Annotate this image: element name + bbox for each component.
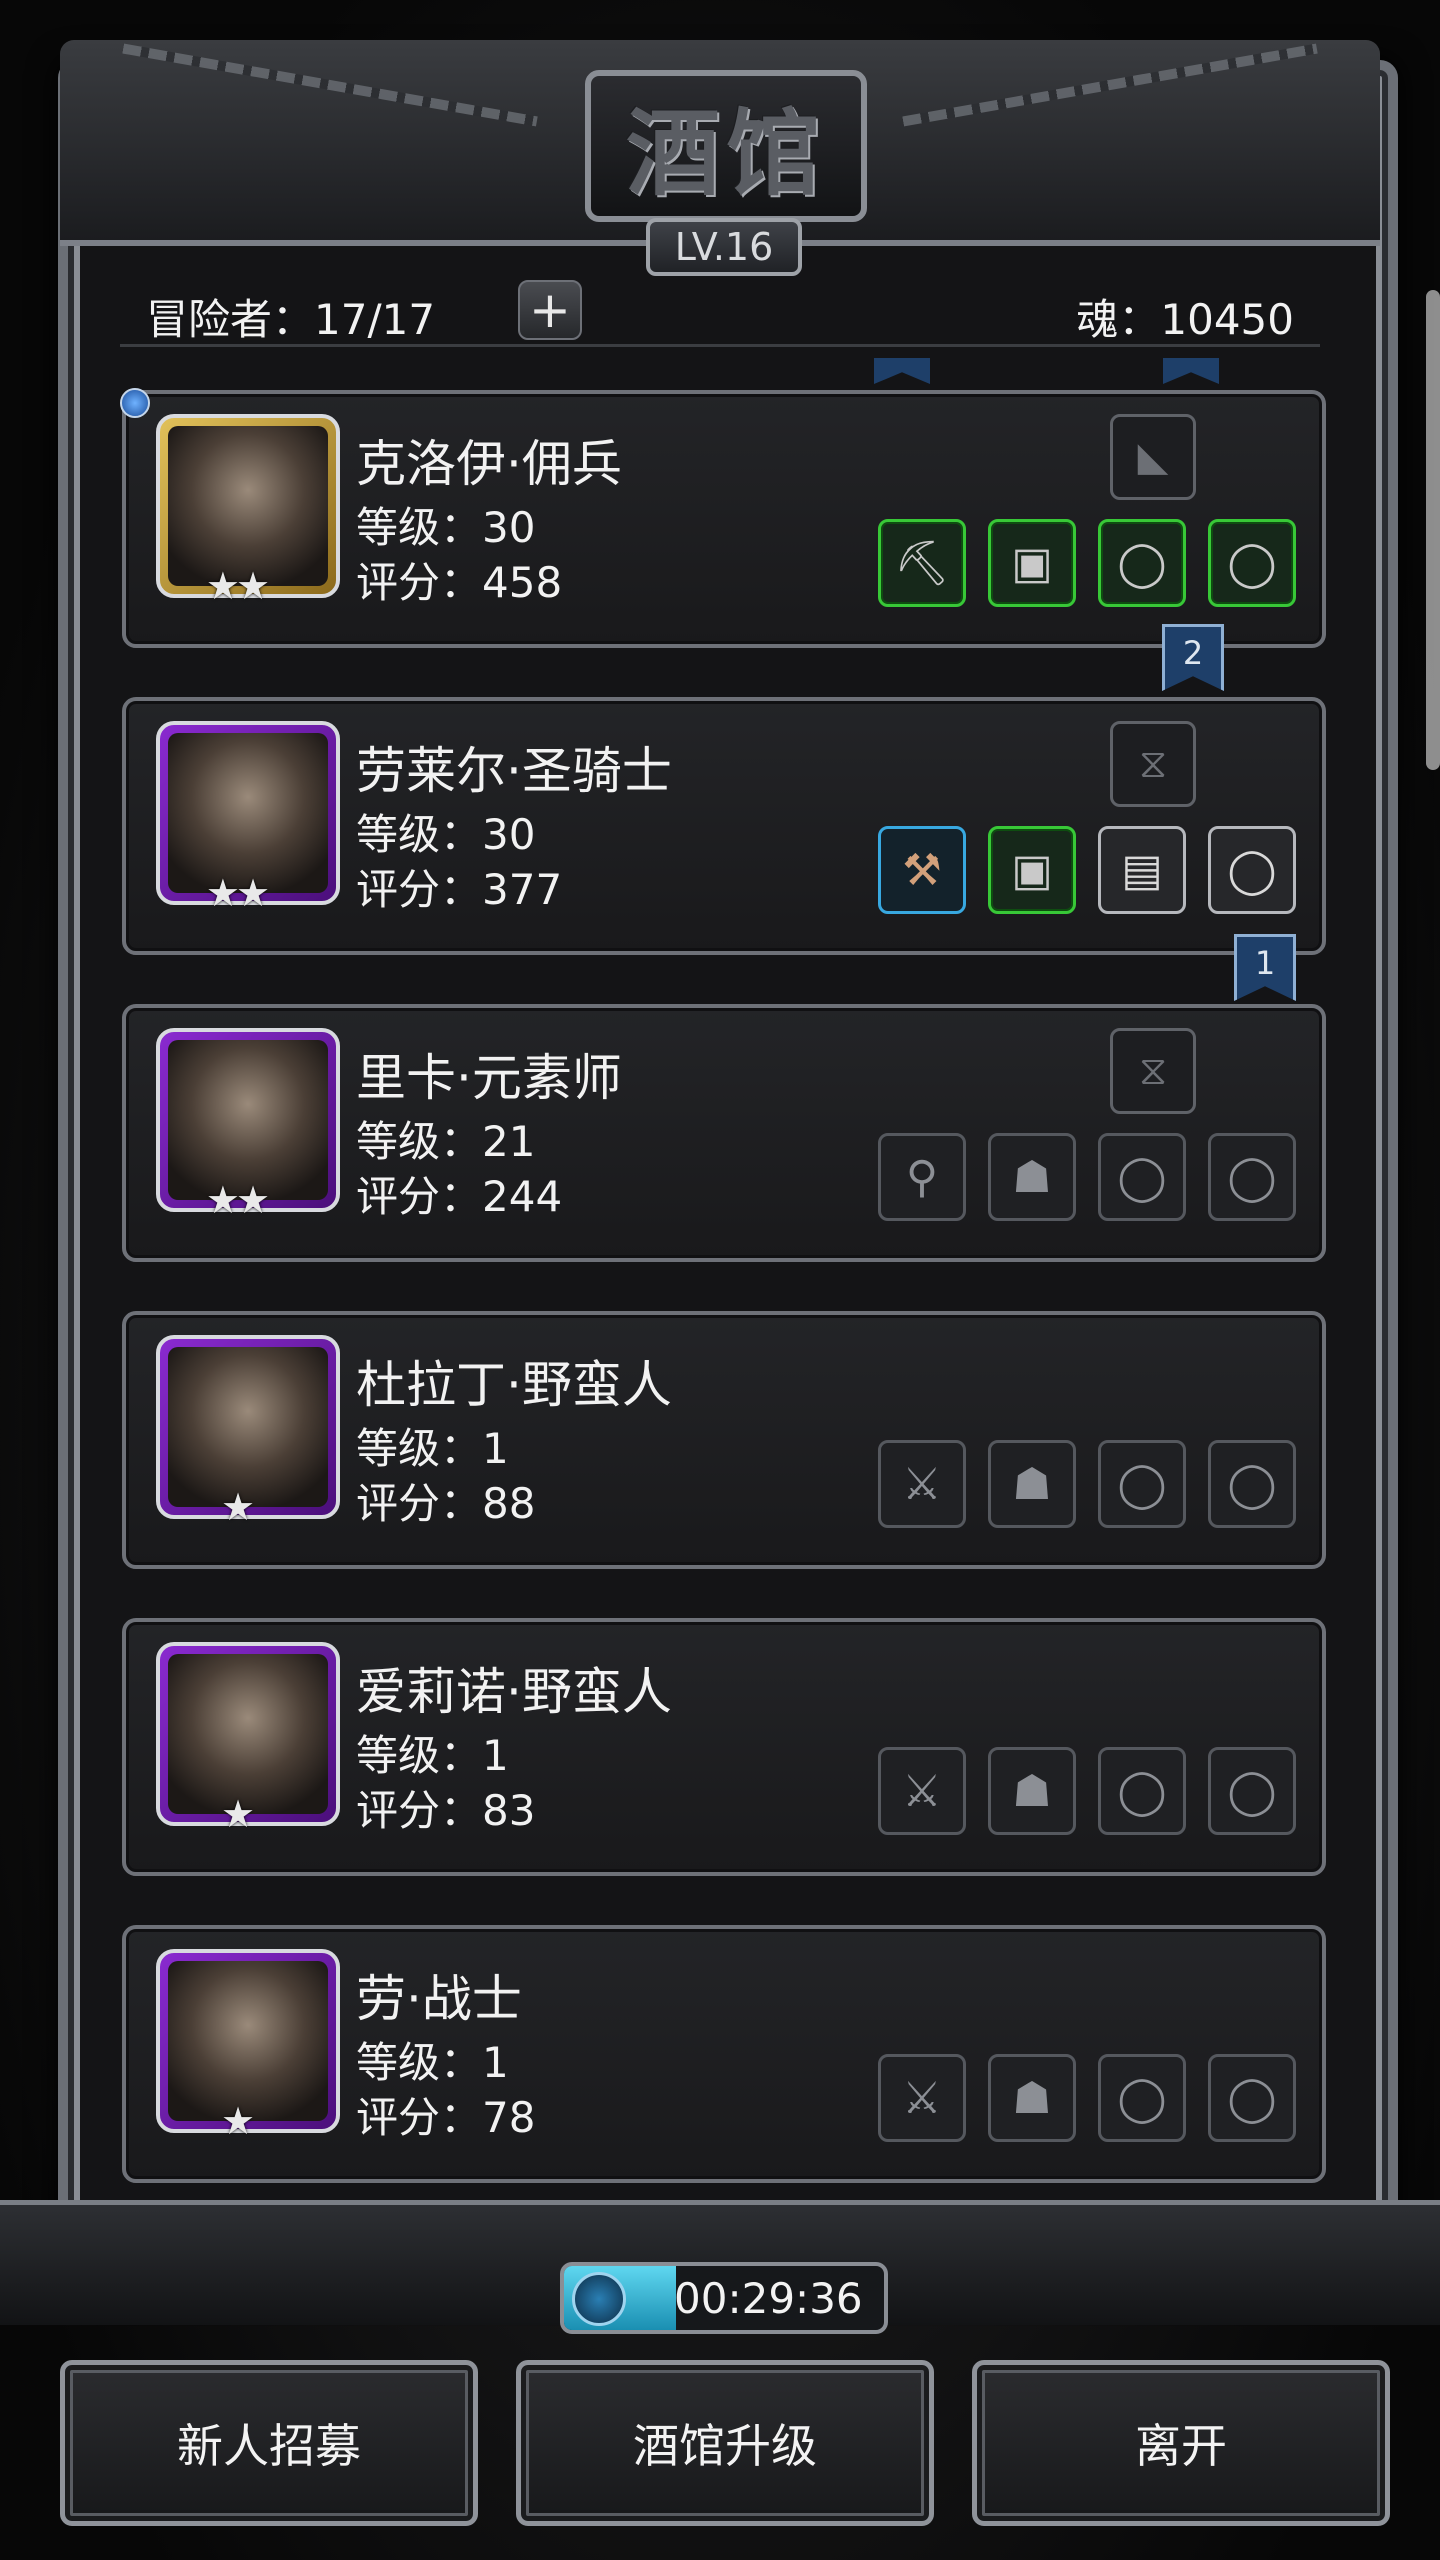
hero-score: 评分：458 (356, 558, 563, 607)
equipment-slot[interactable]: ◯ (1098, 519, 1186, 607)
equipment-slot[interactable]: ☗ (988, 1440, 1076, 1528)
hero-score: 评分：244 (356, 1172, 563, 1221)
hero-name: 里卡·元素师 (356, 1049, 622, 1107)
avatar (168, 1040, 328, 1200)
equipment-slot[interactable]: ◯ (1098, 1440, 1186, 1528)
equipment-slot[interactable]: ▤ (1098, 826, 1186, 914)
equipment-slot[interactable]: ◯ (1098, 2054, 1186, 2142)
equipment-slot[interactable]: ◯ (1098, 1133, 1186, 1221)
equipment-slot[interactable]: ◯ (1208, 1133, 1296, 1221)
hero-level: 等级：1 (356, 2038, 509, 2087)
equipment-slot[interactable]: ⛏ (878, 519, 966, 607)
add-slot-button[interactable]: + (518, 280, 582, 340)
refresh-timer: 00:29:36 (560, 2262, 888, 2334)
hero-score: 评分：78 (356, 2093, 536, 2142)
hero-level: 等级：30 (356, 810, 536, 859)
equipment-slots: ⚔ ☗ ◯ ◯ (878, 1747, 1296, 1835)
equipment-slot[interactable]: ▣ (988, 519, 1076, 607)
action-buttons: 新人招募 酒馆升级 离开 (60, 2360, 1390, 2526)
equipment-slot[interactable]: ◯ (1208, 519, 1296, 607)
equipment-slot[interactable]: ◯ (1208, 1747, 1296, 1835)
artifact-slot[interactable]: ⧖ (1110, 1028, 1196, 1114)
equipment-slot[interactable]: ⚲ (878, 1133, 966, 1221)
hero-score: 评分：83 (356, 1786, 536, 1835)
chain-decoration (902, 43, 1318, 127)
artifact-slot[interactable]: ◣ (1110, 414, 1196, 500)
title-plaque: 酒馆 (585, 70, 867, 222)
timer-text: 00:29:36 (674, 2274, 863, 2323)
clock-icon (572, 2272, 626, 2326)
artifact-slot[interactable]: ⧖ (1110, 721, 1196, 807)
avatar (168, 733, 328, 893)
avatar (168, 1654, 328, 1814)
equipment-slots: ⚔ ☗ ◯ ◯ (878, 1440, 1296, 1528)
equipment-slot[interactable]: ⚔ (878, 1440, 966, 1528)
scrollbar[interactable] (1426, 290, 1440, 770)
hero-name: 杜拉丁·野蛮人 (356, 1356, 672, 1414)
hero-card[interactable]: ★★ 里卡·元素师 等级：21 评分：244 ⧖ ⚲ ☗ ◯ ◯ (122, 1004, 1326, 1262)
star-rating: ★★ (205, 1178, 270, 1222)
equipment-slot[interactable]: ▣ (988, 826, 1076, 914)
equipment-slot[interactable]: ☗ (988, 1133, 1076, 1221)
hero-name: 克洛伊·佣兵 (356, 435, 622, 493)
hero-name: 爱莉诺·野蛮人 (356, 1663, 672, 1721)
hero-name: 劳莱尔·圣骑士 (356, 742, 672, 800)
hero-card[interactable]: ★★ 劳莱尔·圣骑士等级：30 评分：377 ⧖ ⚒ ▣ ▤ ◯ (122, 697, 1326, 955)
hero-score: 评分：377 (356, 865, 563, 914)
hero-card[interactable]: ★ 爱莉诺·野蛮人 等级：1 评分：83 ⚔ ☗ ◯ ◯ (122, 1618, 1326, 1876)
avatar (168, 1961, 328, 2121)
equipment-slot[interactable]: ☗ (988, 1747, 1076, 1835)
star-rating: ★★ (205, 564, 270, 608)
equipment-slots: ⛏ ▣ ◯ ◯ (878, 519, 1296, 607)
hero-level: 等级：30 (356, 503, 536, 552)
selected-indicator-icon (120, 388, 150, 418)
stats-bar: 冒险者：17/17 + 魂：10450 (120, 280, 1320, 347)
star-rating: ★ (220, 2099, 255, 2143)
hero-level: 等级：1 (356, 1424, 509, 1473)
star-rating: ★ (220, 1792, 255, 1836)
star-rating: ★ (220, 1485, 255, 1529)
hero-card[interactable]: ★ 劳·战士 等级：1 评分：78 ⚔ ☗ ◯ ◯ (122, 1925, 1326, 2183)
equipment-slot[interactable]: ◯ (1208, 1440, 1296, 1528)
avatar (168, 1347, 328, 1507)
equipment-slot[interactable]: ◯ (1208, 826, 1296, 914)
tavern-level-badge: LV.16 (646, 218, 802, 276)
hero-level: 等级：21 (356, 1117, 536, 1166)
equipment-slot[interactable]: ◯ (1098, 1747, 1186, 1835)
avatar (168, 426, 328, 586)
hero-name: 劳·战士 (356, 1970, 522, 2028)
star-rating: ★★ (205, 871, 270, 915)
hero-score: 评分：88 (356, 1479, 536, 1528)
adventurer-count: 冒险者：17/17 (146, 295, 436, 344)
equipment-slot[interactable]: ⚔ (878, 1747, 966, 1835)
hero-card[interactable]: ★★ 克洛伊·佣兵 等级：30 评分：458 ◣ ⛏ ▣ ◯ ◯ (120, 388, 1326, 648)
page-title: 酒馆 (625, 99, 826, 209)
soul-count: 魂：10450 (1076, 295, 1294, 344)
leave-button[interactable]: 离开 (972, 2360, 1390, 2526)
hero-level: 等级：1 (356, 1731, 509, 1780)
equipment-slot[interactable]: ◯ (1208, 2054, 1296, 2142)
upgrade-tavern-button[interactable]: 酒馆升级 (516, 2360, 934, 2526)
hero-card[interactable]: ★ 杜拉丁·野蛮人 等级：1 评分：88 ⚔ ☗ ◯ ◯ (122, 1311, 1326, 1569)
equipment-slot[interactable]: ☗ (988, 2054, 1076, 2142)
equipment-slot[interactable]: ⚔ (878, 2054, 966, 2142)
equipment-slots: ⚔ ☗ ◯ ◯ (878, 2054, 1296, 2142)
equipment-slots: ⚲ ☗ ◯ ◯ (878, 1133, 1296, 1221)
equipment-slots: ⚒ ▣ ▤ ◯ (878, 826, 1296, 914)
recruit-button[interactable]: 新人招募 (60, 2360, 478, 2526)
chain-decoration (122, 43, 538, 127)
equipment-slot[interactable]: ⚒ (878, 826, 966, 914)
